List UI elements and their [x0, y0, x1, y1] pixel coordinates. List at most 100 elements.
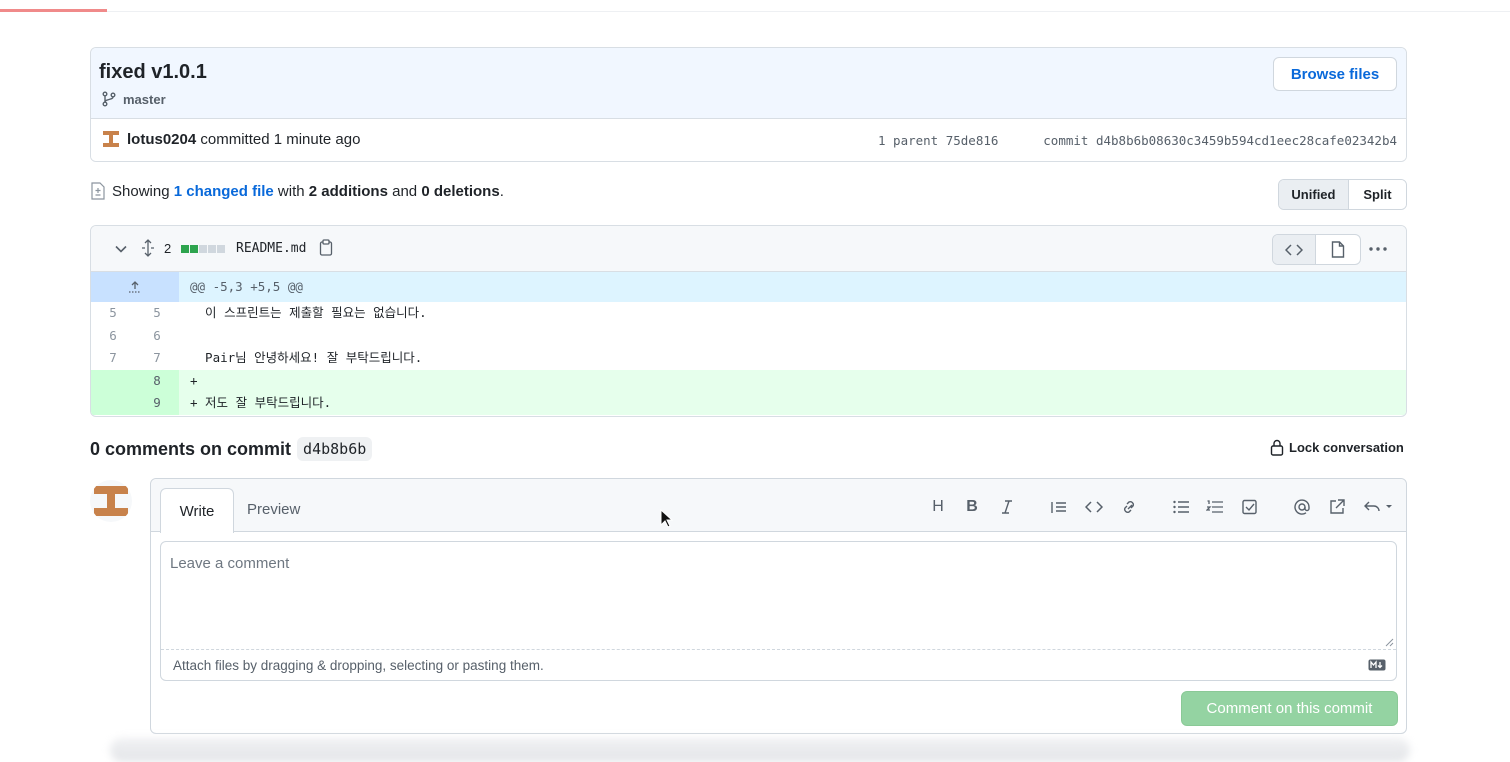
file-diff-header: 2 README.md [91, 226, 1406, 272]
summary-mid: with [273, 182, 309, 200]
old-line-number[interactable]: 6 [91, 325, 135, 348]
comments-heading: 0 comments on commit d4b8b6b [90, 437, 373, 461]
diff-code [179, 325, 1406, 348]
parent-sha-link[interactable]: 75de816 [946, 133, 999, 148]
summary-prefix: Showing [112, 182, 174, 200]
comments-count-label: 0 comments on commit [90, 438, 292, 459]
commit-title: fixed v1.0.1 [99, 61, 207, 83]
old-line-number[interactable]: 7 [91, 347, 135, 370]
reference-icon[interactable] [1326, 496, 1348, 518]
comment-input[interactable]: Leave a comment Attach files by dragging… [160, 541, 1397, 681]
branch-name: master [123, 91, 166, 107]
attach-files-hint[interactable]: Attach files by dragging & dropping, sel… [173, 658, 544, 673]
new-line-number[interactable]: 8 [135, 369, 179, 393]
tab-write[interactable]: Write [160, 488, 234, 533]
summary-and: and [387, 182, 422, 200]
comments-commit-sha: d4b8b6b [297, 437, 373, 461]
diff-row: 5 5 이 스프린트는 제출할 필요는 없습니다. [91, 302, 1406, 325]
additions-count: 2 additions [308, 182, 388, 200]
commit-action: committed 1 minute ago [196, 131, 361, 148]
chevron-down-icon[interactable] [114, 242, 128, 256]
hunk-header: @@ -5,3 +5,5 @@ [91, 272, 1406, 302]
browse-files-button[interactable]: Browse files [1273, 57, 1397, 91]
file-icon [1331, 241, 1345, 258]
diff-code: + 저도 잘 부탁드립니다. [190, 395, 332, 411]
user-avatar[interactable] [90, 480, 132, 522]
unified-button[interactable]: Unified [1279, 180, 1349, 209]
commit-sha: commit d4b8b6b08630c3459b594cd1eec28cafe… [1043, 133, 1397, 148]
lock-conversation-button[interactable]: Lock conversation [1270, 439, 1404, 456]
page-bottom-shadow [110, 738, 1410, 762]
split-button[interactable]: Split [1348, 180, 1406, 209]
reply-icon[interactable] [1361, 496, 1397, 518]
code-icon [1285, 243, 1303, 256]
author-avatar[interactable] [101, 129, 121, 149]
diff-code: + [190, 372, 198, 388]
lock-icon [1270, 439, 1284, 456]
commit-author-line: lotus0204 committed 1 minute ago [127, 131, 360, 148]
commit-sha-value: d4b8b6b08630c3459b594cd1eec28cafe02342b4 [1095, 133, 1397, 148]
diff-change-count: 2 [164, 241, 172, 256]
heading-icon[interactable]: H [927, 496, 949, 518]
old-line-number[interactable] [91, 392, 135, 415]
italic-icon[interactable] [996, 496, 1018, 518]
comment-tabs: Write Preview H B [151, 479, 1406, 533]
deletions-count: 0 deletions [421, 182, 500, 200]
diffstat-blocks [181, 245, 225, 253]
bold-icon[interactable]: B [961, 496, 983, 518]
diff-row: 6 6 [91, 325, 1406, 348]
branch-icon [102, 91, 116, 107]
tab-preview[interactable]: Preview [247, 501, 300, 518]
resize-handle-icon[interactable] [1384, 637, 1394, 647]
commit-header: fixed v1.0.1 master Browse files lotus02… [90, 47, 1407, 162]
comment-placeholder: Leave a comment [170, 555, 290, 572]
new-line-number[interactable]: 6 [135, 325, 179, 348]
code-icon[interactable] [1083, 496, 1105, 518]
comment-submit-button[interactable]: Comment on this commit [1181, 691, 1398, 726]
expand-all-icon[interactable] [140, 239, 156, 257]
file-diff: 2 README.md @@ -5,3 +5,5 @@ 5 5 이 스프린트는 … [90, 225, 1407, 417]
expand-up-icon[interactable] [91, 272, 179, 302]
hunk-text: @@ -5,3 +5,5 @@ [190, 279, 303, 294]
kebab-menu-icon[interactable] [1368, 240, 1388, 258]
attach-divider [161, 649, 1396, 650]
loading-progress [0, 9, 107, 12]
lock-conversation-label: Lock conversation [1289, 440, 1404, 455]
markdown-icon[interactable] [1368, 659, 1386, 671]
top-loading-bar [0, 0, 1510, 12]
diff-summary: Showing 1 changed file with 2 additions … [90, 182, 504, 200]
new-line-number[interactable]: 5 [135, 302, 179, 325]
changed-files-link[interactable]: 1 changed file [174, 183, 274, 200]
copy-icon[interactable] [319, 239, 333, 257]
file-diff-icon [91, 182, 105, 200]
unordered-list-icon[interactable] [1170, 496, 1192, 518]
mouse-cursor-icon [660, 509, 674, 528]
diff-view-tools [1272, 234, 1361, 265]
diff-view-toggle: Unified Split [1278, 179, 1407, 210]
diff-row: 7 7 Pair님 안녕하세요! 잘 부탁드립니다. [91, 347, 1406, 370]
new-line-number[interactable]: 9 [135, 392, 179, 415]
author-link[interactable]: lotus0204 [127, 131, 196, 148]
diff-row-added: 9 + 저도 잘 부탁드립니다. [91, 392, 1406, 415]
mention-icon[interactable] [1291, 496, 1313, 518]
commit-meta: lotus0204 committed 1 minute ago 1 paren… [91, 119, 1406, 161]
old-line-number[interactable] [91, 369, 135, 393]
diff-lines: @@ -5,3 +5,5 @@ 5 5 이 스프린트는 제출할 필요는 없습니다… [91, 272, 1406, 415]
parent-label: 1 parent [878, 133, 946, 148]
diff-filename[interactable]: README.md [236, 241, 306, 256]
new-line-number[interactable]: 7 [135, 347, 179, 370]
comment-form: Write Preview H B Leave a comment Attach… [150, 478, 1407, 734]
rich-view-button[interactable] [1316, 235, 1360, 264]
old-line-number[interactable]: 5 [91, 302, 135, 325]
ordered-list-icon[interactable] [1204, 496, 1226, 518]
parent-info: 1 parent 75de816 [878, 133, 998, 148]
summary-end: . [499, 182, 504, 200]
diff-row-added: 8 + [91, 369, 1406, 393]
task-list-icon[interactable] [1239, 496, 1261, 518]
source-view-button[interactable] [1273, 235, 1317, 264]
diff-code: 이 스프린트는 제출할 필요는 없습니다. [190, 305, 427, 320]
branch-indicator[interactable]: master [101, 91, 166, 107]
quote-icon[interactable] [1048, 496, 1070, 518]
link-icon[interactable] [1118, 496, 1140, 518]
commit-label: commit [1043, 133, 1096, 148]
